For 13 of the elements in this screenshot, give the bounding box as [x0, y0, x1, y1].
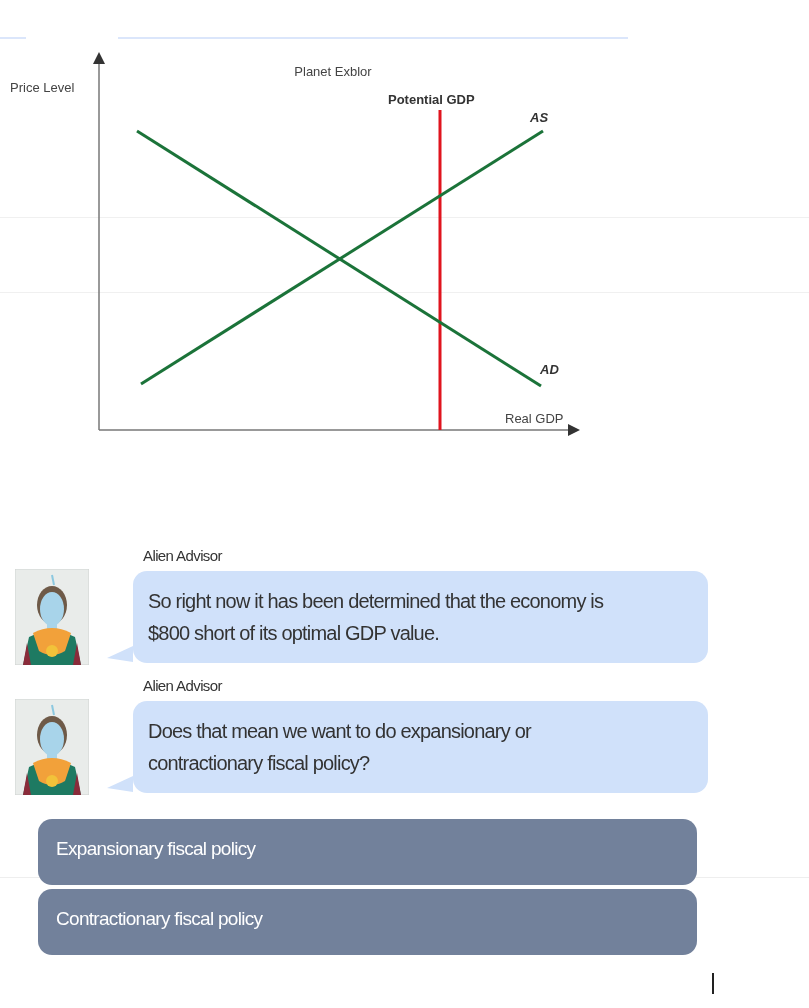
answer-choice-button[interactable]: Contractionary fiscal policy — [38, 889, 697, 955]
answer-choice-button[interactable]: Expansionary fiscal policy — [38, 819, 697, 885]
graph-title: Planet Exblor — [294, 64, 372, 79]
y-axis-label: Price Level — [10, 80, 75, 95]
sender-name: Alien Advisor — [142, 546, 224, 566]
sender-name: Alien Advisor — [142, 676, 224, 696]
text-cursor — [712, 973, 714, 994]
x-axis-label: Real GDP — [505, 411, 564, 426]
message-text: So right now it has been determined that the economy is $800 short of its optimal GDP value. — [148, 589, 605, 646]
curve-label: AS — [530, 110, 549, 125]
potential-gdp-label: Potential GDP — [388, 92, 475, 107]
curve-label: AD — [540, 362, 559, 377]
message-text: Does that mean we want to do expansionary or contractionary fiscal policy? — [148, 719, 533, 776]
